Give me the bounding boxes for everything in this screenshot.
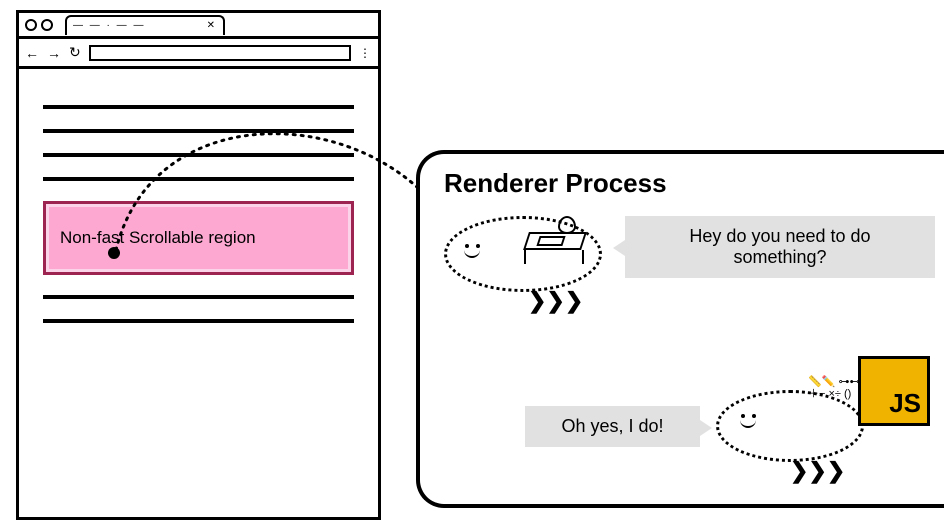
forward-icon[interactable]: → — [47, 45, 61, 61]
text-line — [43, 177, 354, 181]
text-line — [43, 295, 354, 299]
menu-icon[interactable]: ⋮ — [359, 46, 372, 60]
renderer-process-panel: Renderer Process — [416, 150, 944, 508]
face-icon — [462, 244, 486, 262]
non-fast-scrollable-region: Non-fast Scrollable region — [43, 201, 354, 275]
browser-tab[interactable]: — — · — — ✕ — [65, 15, 225, 35]
window-control-icon[interactable] — [25, 19, 37, 31]
javascript-icon: JS — [858, 356, 930, 426]
titlebar: — — · — — ✕ — [19, 13, 378, 39]
toolbar: ← → ↻ ⋮ — [19, 39, 378, 69]
reload-icon[interactable]: ↻ — [69, 44, 81, 61]
speech-bubble-compositor: Hey do you need to do something? — [625, 216, 935, 278]
nfsr-label: Non-fast Scrollable region — [60, 228, 256, 247]
back-icon[interactable]: ← — [25, 45, 39, 61]
text-line — [43, 105, 354, 109]
tab-title: — — · — — — [73, 20, 145, 31]
close-icon[interactable]: ✕ — [207, 20, 217, 31]
chevron-right-icon: ❯❯❯ — [528, 288, 583, 314]
page-content: Non-fast Scrollable region — [19, 69, 378, 359]
desk-icon — [520, 218, 590, 264]
js-label: JS — [889, 388, 921, 419]
bubble-text: Hey do you need to do something? — [689, 226, 870, 267]
event-origin-dot — [108, 247, 120, 259]
window-control-icon[interactable] — [41, 19, 53, 31]
face-icon — [738, 414, 762, 432]
text-line — [43, 319, 354, 323]
text-line — [43, 153, 354, 157]
panel-title: Renderer Process — [444, 168, 934, 199]
address-bar[interactable] — [89, 45, 351, 61]
speech-bubble-main: Oh yes, I do! — [525, 406, 700, 447]
browser-window: — — · — — ✕ ← → ↻ ⋮ Non-fast Scrollable … — [16, 10, 381, 520]
chevron-right-icon: ❯❯❯ — [790, 458, 845, 484]
bubble-text: Oh yes, I do! — [561, 416, 663, 436]
text-line — [43, 129, 354, 133]
